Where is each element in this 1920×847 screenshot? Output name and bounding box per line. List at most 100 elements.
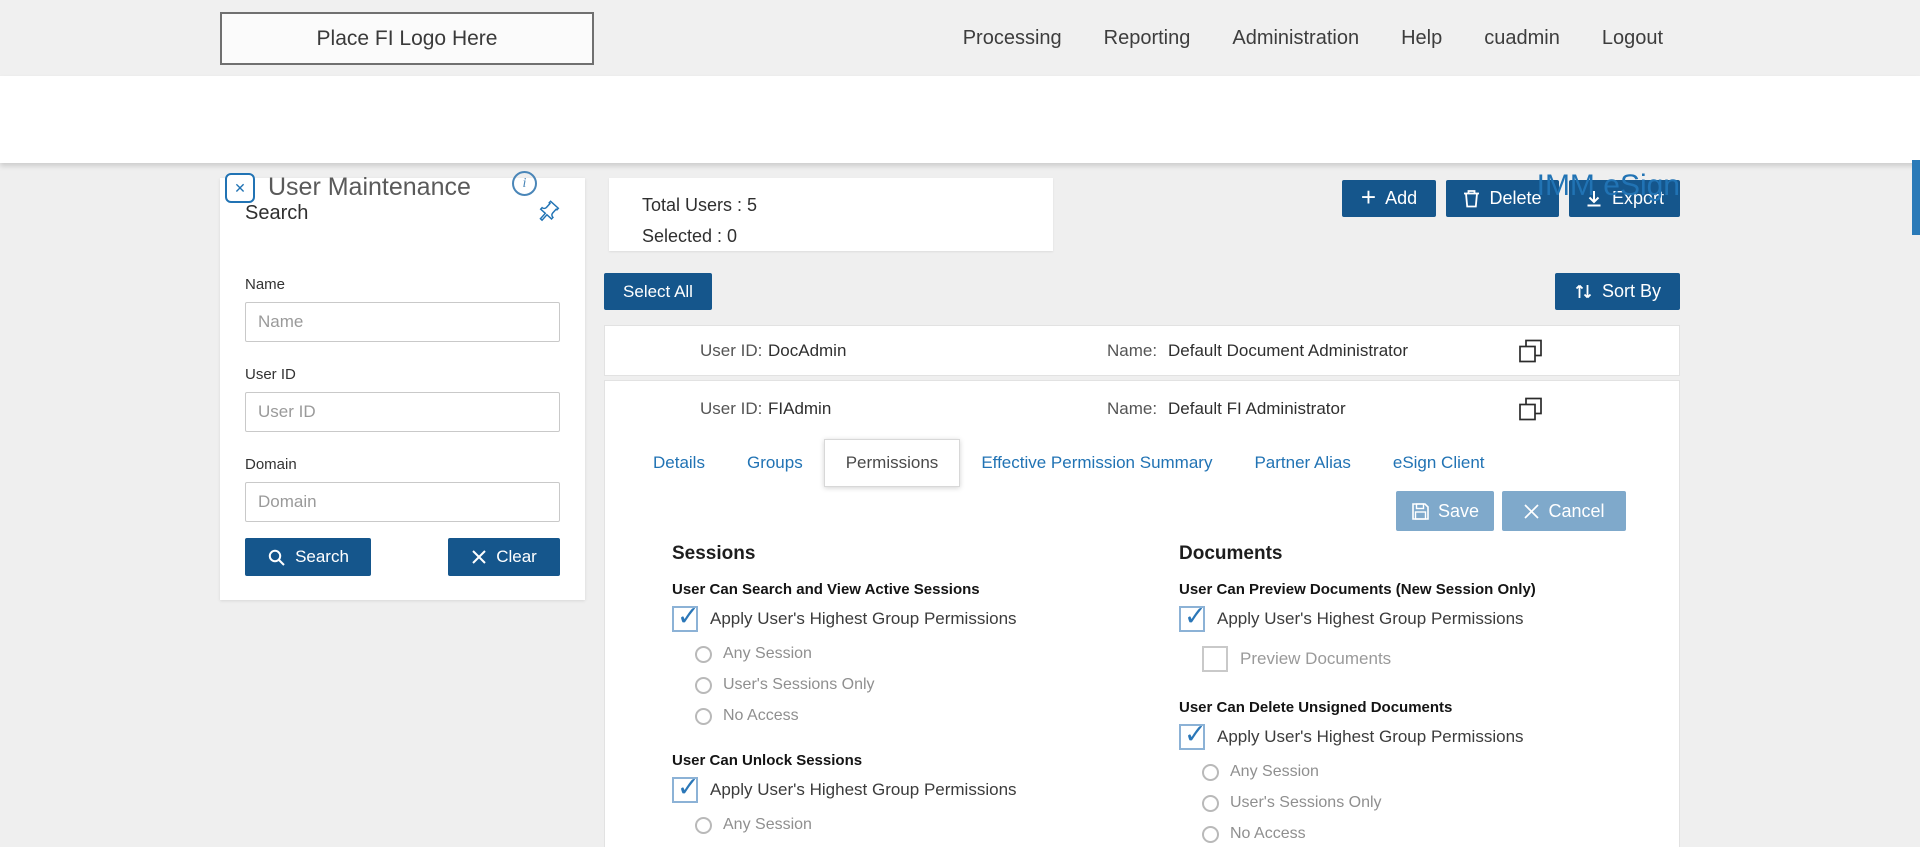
- nav-item-username[interactable]: cuadmin: [1484, 27, 1560, 50]
- nav-item-processing[interactable]: Processing: [963, 27, 1062, 50]
- clear-button-label: Clear: [496, 547, 537, 567]
- copy-icon[interactable]: [1517, 337, 1544, 364]
- tab-details[interactable]: Details: [632, 439, 726, 487]
- user-row-fiadmin-expanded: User ID: FIAdmin Name: Default FI Admini…: [604, 380, 1680, 847]
- search-button-label: Search: [295, 547, 349, 567]
- tab-groups[interactable]: Groups: [726, 439, 824, 487]
- cancel-button-label: Cancel: [1548, 501, 1604, 522]
- search-field-domain: Domain: [245, 456, 560, 522]
- plus-icon: +: [1361, 184, 1376, 210]
- fi-logo-text: Place FI Logo Here: [317, 27, 498, 51]
- sort-by-button[interactable]: Sort By: [1555, 273, 1680, 310]
- summary-card: Total Users : 5 Selected : 0: [609, 178, 1053, 251]
- any-session-radio[interactable]: [695, 817, 712, 834]
- no-access-radio[interactable]: [1202, 826, 1219, 843]
- sessions-section: Sessions User Can Search and View Active…: [672, 543, 1152, 847]
- perm-group-title: User Can Delete Unsigned Documents: [1179, 699, 1659, 716]
- scrollbar-thumb[interactable]: [1912, 160, 1920, 235]
- cancel-button[interactable]: Cancel: [1502, 491, 1626, 531]
- domain-input[interactable]: [245, 482, 560, 522]
- any-session-radio[interactable]: [695, 646, 712, 663]
- checkbox-label: Apply User's Highest Group Permissions: [710, 609, 1017, 629]
- info-icon[interactable]: i: [512, 171, 537, 196]
- radio-label: Any Session: [723, 645, 812, 663]
- radio-label: Any Session: [723, 816, 812, 834]
- search-icon: [267, 548, 286, 567]
- select-all-label: Select All: [623, 282, 693, 302]
- app-icon-glyph: ✕: [234, 180, 246, 197]
- documents-heading: Documents: [1179, 543, 1659, 565]
- domain-field-label: Domain: [245, 456, 560, 473]
- search-field-name: Name: [245, 276, 560, 342]
- user-row-fiadmin[interactable]: User ID: FIAdmin Name: Default FI Admini…: [605, 381, 1679, 436]
- name-value: Default Document Administrator: [1168, 341, 1408, 361]
- copy-icon[interactable]: [1517, 395, 1544, 422]
- add-button[interactable]: + Add: [1342, 180, 1436, 217]
- search-panel: Search Name User ID Domain: [220, 178, 585, 600]
- tab-esign-client[interactable]: eSign Client: [1372, 439, 1506, 487]
- checkbox-label: Apply User's Highest Group Permissions: [1217, 727, 1524, 747]
- selected-users-text: Selected : 0: [642, 221, 1053, 252]
- user-id-value: FIAdmin: [768, 399, 831, 419]
- clear-button[interactable]: Clear: [448, 538, 560, 576]
- detail-actions: Save Cancel: [1396, 491, 1626, 531]
- any-session-radio[interactable]: [1202, 764, 1219, 781]
- perm-group-title: User Can Unlock Sessions: [672, 752, 1152, 769]
- apply-highest-permissions-checkbox[interactable]: [672, 606, 698, 632]
- tab-permissions[interactable]: Permissions: [824, 439, 961, 487]
- user-maintenance-icon: ✕: [225, 173, 255, 203]
- checkbox-label: Apply User's Highest Group Permissions: [710, 780, 1017, 800]
- save-disk-icon: [1411, 502, 1430, 521]
- radio-label: User's Sessions Only: [1230, 794, 1382, 812]
- checkbox-label: Preview Documents: [1240, 649, 1391, 669]
- fi-logo-placeholder: Place FI Logo Here: [220, 12, 594, 65]
- search-field-userid: User ID: [245, 366, 560, 432]
- name-field-label: Name: [245, 276, 560, 293]
- user-id-label: User ID:: [700, 341, 762, 361]
- add-button-label: Add: [1385, 188, 1417, 209]
- name-value: Default FI Administrator: [1168, 399, 1346, 419]
- nav-item-reporting[interactable]: Reporting: [1104, 27, 1191, 50]
- total-users-text: Total Users : 5: [642, 190, 1053, 221]
- documents-section: Documents User Can Preview Documents (Ne…: [1179, 543, 1659, 843]
- top-nav: Place FI Logo Here Processing Reporting …: [0, 0, 1920, 76]
- tab-partner-alias[interactable]: Partner Alias: [1233, 439, 1371, 487]
- name-label: Name:: [1107, 399, 1157, 419]
- radio-label: No Access: [723, 707, 799, 725]
- clear-x-icon: [471, 549, 487, 565]
- nav-item-administration[interactable]: Administration: [1232, 27, 1359, 50]
- detail-tabs: Details Groups Permissions Effective Per…: [632, 439, 1506, 487]
- save-button[interactable]: Save: [1396, 491, 1494, 531]
- nav-item-logout[interactable]: Logout: [1602, 27, 1663, 50]
- tab-effective-permission-summary[interactable]: Effective Permission Summary: [960, 439, 1233, 487]
- no-access-radio[interactable]: [695, 708, 712, 725]
- users-sessions-only-radio[interactable]: [1202, 795, 1219, 812]
- apply-highest-permissions-checkbox[interactable]: [1179, 606, 1205, 632]
- pin-icon[interactable]: [535, 200, 560, 230]
- page-title: User Maintenance: [268, 173, 471, 202]
- user-id-value: DocAdmin: [768, 341, 846, 361]
- radio-label: No Access: [1230, 825, 1306, 843]
- apply-highest-permissions-checkbox[interactable]: [1179, 724, 1205, 750]
- select-all-button[interactable]: Select All: [604, 273, 712, 310]
- perm-group-title: User Can Preview Documents (New Session …: [1179, 581, 1659, 598]
- users-sessions-only-radio[interactable]: [695, 677, 712, 694]
- preview-documents-checkbox[interactable]: [1202, 646, 1228, 672]
- page-header: ✕ User Maintenance i IMM eSign: [0, 76, 1920, 163]
- sort-by-label: Sort By: [1602, 281, 1661, 302]
- trash-icon: [1463, 189, 1480, 208]
- checkbox-label: Apply User's Highest Group Permissions: [1217, 609, 1524, 629]
- user-row-docadmin[interactable]: User ID: DocAdmin Name: Default Document…: [604, 325, 1680, 376]
- nav-item-help[interactable]: Help: [1401, 27, 1442, 50]
- radio-label: Any Session: [1230, 763, 1319, 781]
- perm-group-title: User Can Search and View Active Sessions: [672, 581, 1152, 598]
- sort-arrows-icon: [1574, 283, 1593, 300]
- apply-highest-permissions-checkbox[interactable]: [672, 777, 698, 803]
- userid-input[interactable]: [245, 392, 560, 432]
- info-icon-glyph: i: [523, 176, 527, 192]
- search-button[interactable]: Search: [245, 538, 371, 576]
- page: Place FI Logo Here Processing Reporting …: [0, 0, 1920, 847]
- userid-field-label: User ID: [245, 366, 560, 383]
- name-input[interactable]: [245, 302, 560, 342]
- delete-button-label: Delete: [1489, 188, 1541, 209]
